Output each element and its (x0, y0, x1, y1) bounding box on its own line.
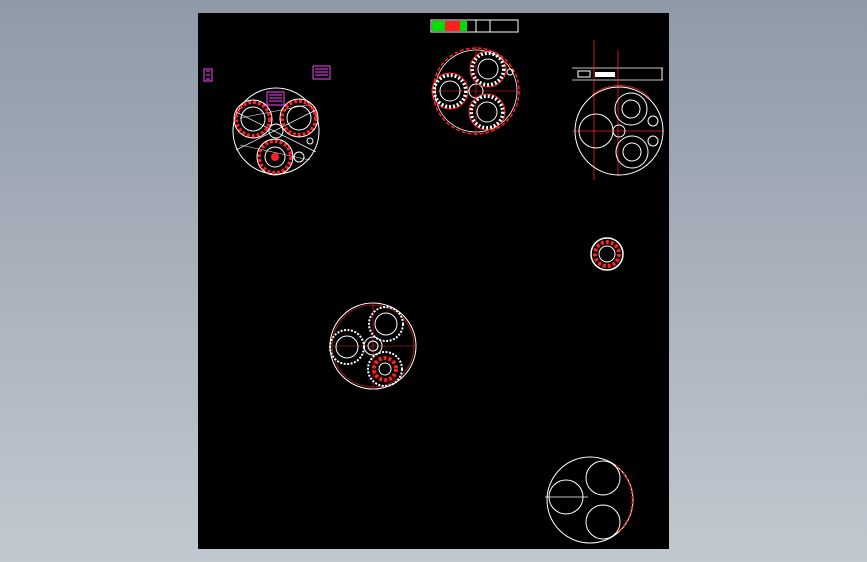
housing-section-right[interactable] (572, 40, 664, 180)
cad-viewport[interactable] (0, 0, 867, 562)
title-block[interactable] (430, 19, 519, 33)
dimension-tag-left (203, 68, 213, 82)
housing-bottom-right[interactable] (545, 456, 634, 544)
bearing-ring-small[interactable] (590, 237, 624, 271)
planetary-gear-set-center[interactable] (329, 302, 417, 390)
dimension-tag-mid (312, 65, 331, 80)
dimension-tag-left-assembly (266, 91, 285, 106)
cad-drawing (203, 19, 664, 544)
planet-carrier-assembly-top[interactable] (431, 46, 521, 136)
